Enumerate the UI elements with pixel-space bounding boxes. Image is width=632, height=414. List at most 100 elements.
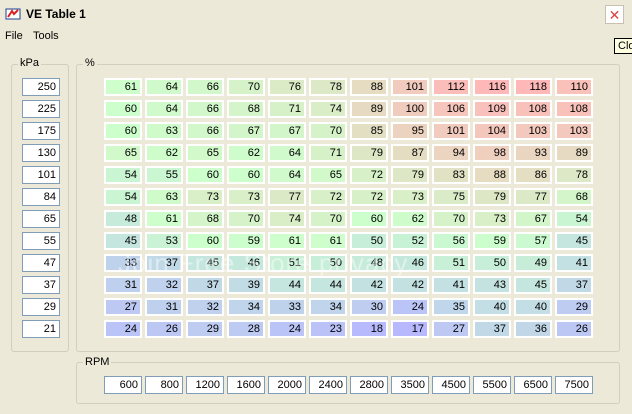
ve-cell[interactable]: 50 (473, 254, 511, 272)
rpm-cell[interactable]: 2800 (350, 376, 388, 394)
rpm-cell[interactable]: 7500 (555, 376, 593, 394)
ve-cell[interactable]: 54 (104, 166, 142, 184)
ve-cell[interactable]: 70 (227, 78, 265, 96)
ve-cell[interactable]: 55 (145, 166, 183, 184)
kpa-cell[interactable]: 130 (22, 144, 60, 162)
ve-cell[interactable]: 65 (309, 166, 347, 184)
ve-cell[interactable]: 65 (186, 144, 224, 162)
kpa-cell[interactable]: 225 (22, 100, 60, 118)
ve-cell[interactable]: 24 (104, 320, 142, 338)
ve-cell[interactable]: 43 (473, 276, 511, 294)
ve-cell[interactable]: 54 (555, 210, 593, 228)
ve-cell[interactable]: 34 (227, 298, 265, 316)
ve-cell[interactable]: 78 (555, 166, 593, 184)
ve-cell[interactable]: 100 (391, 100, 429, 118)
ve-cell[interactable]: 74 (309, 100, 347, 118)
ve-cell[interactable]: 29 (555, 298, 593, 316)
ve-cell[interactable]: 70 (227, 210, 265, 228)
kpa-cell[interactable]: 21 (22, 320, 60, 338)
ve-cell[interactable]: 109 (473, 100, 511, 118)
title-bar[interactable]: VE Table 1 ✕ (0, 0, 632, 28)
ve-cell[interactable]: 73 (473, 210, 511, 228)
rpm-cell[interactable]: 5500 (473, 376, 511, 394)
ve-cell[interactable]: 79 (391, 166, 429, 184)
ve-cell[interactable]: 71 (268, 100, 306, 118)
ve-cell[interactable]: 36 (514, 320, 552, 338)
rpm-cell[interactable]: 2400 (309, 376, 347, 394)
ve-cell[interactable]: 29 (186, 320, 224, 338)
kpa-cell[interactable]: 175 (22, 122, 60, 140)
ve-cell[interactable]: 101 (432, 122, 470, 140)
kpa-cell[interactable]: 250 (22, 78, 60, 96)
ve-cell[interactable]: 63 (145, 188, 183, 206)
ve-cell[interactable]: 37 (473, 320, 511, 338)
ve-cell[interactable]: 26 (555, 320, 593, 338)
ve-cell[interactable]: 72 (309, 188, 347, 206)
close-button[interactable]: ✕ (605, 5, 624, 24)
ve-cell[interactable]: 60 (104, 100, 142, 118)
ve-cell[interactable]: 73 (227, 188, 265, 206)
ve-cell[interactable]: 77 (268, 188, 306, 206)
ve-cell[interactable]: 86 (514, 166, 552, 184)
ve-cell[interactable]: 116 (473, 78, 511, 96)
ve-cell[interactable]: 60 (186, 166, 224, 184)
ve-cell[interactable]: 33 (268, 298, 306, 316)
ve-cell[interactable]: 45 (514, 276, 552, 294)
ve-cell[interactable]: 24 (268, 320, 306, 338)
ve-cell[interactable]: 27 (104, 298, 142, 316)
ve-cell[interactable]: 72 (350, 188, 388, 206)
ve-cell[interactable]: 30 (350, 298, 388, 316)
ve-cell[interactable]: 68 (555, 188, 593, 206)
rpm-cell[interactable]: 3500 (391, 376, 429, 394)
ve-cell[interactable]: 40 (473, 298, 511, 316)
ve-cell[interactable]: 70 (309, 122, 347, 140)
ve-cell[interactable]: 56 (432, 232, 470, 250)
rpm-cell[interactable]: 800 (145, 376, 183, 394)
ve-cell[interactable]: 71 (309, 144, 347, 162)
ve-cell[interactable]: 103 (555, 122, 593, 140)
ve-cell[interactable]: 61 (145, 210, 183, 228)
rpm-cell[interactable]: 600 (104, 376, 142, 394)
ve-cell[interactable]: 67 (268, 122, 306, 140)
ve-cell[interactable]: 94 (432, 144, 470, 162)
ve-cell[interactable]: 118 (514, 78, 552, 96)
ve-cell[interactable]: 89 (350, 100, 388, 118)
ve-cell[interactable]: 64 (268, 144, 306, 162)
ve-cell[interactable]: 40 (514, 298, 552, 316)
ve-cell[interactable]: 62 (145, 144, 183, 162)
ve-cell[interactable]: 101 (391, 78, 429, 96)
ve-cell[interactable]: 73 (391, 188, 429, 206)
ve-cell[interactable]: 70 (432, 210, 470, 228)
ve-cell[interactable]: 23 (309, 320, 347, 338)
ve-cell[interactable]: 83 (432, 166, 470, 184)
ve-cell[interactable]: 60 (227, 166, 265, 184)
ve-cell[interactable]: 32 (186, 298, 224, 316)
ve-cell[interactable]: 41 (555, 254, 593, 272)
ve-cell[interactable]: 34 (309, 298, 347, 316)
ve-cell[interactable]: 60 (104, 122, 142, 140)
ve-cell[interactable]: 75 (432, 188, 470, 206)
menu-tools[interactable]: Tools (33, 30, 59, 42)
kpa-cell[interactable]: 101 (22, 166, 60, 184)
ve-cell[interactable]: 61 (104, 78, 142, 96)
ve-cell[interactable]: 48 (104, 210, 142, 228)
ve-cell[interactable]: 51 (432, 254, 470, 272)
ve-cell[interactable]: 77 (514, 188, 552, 206)
ve-cell[interactable]: 49 (514, 254, 552, 272)
ve-cell[interactable]: 64 (145, 78, 183, 96)
ve-cell[interactable]: 79 (473, 188, 511, 206)
ve-cell[interactable]: 98 (473, 144, 511, 162)
ve-cell[interactable]: 76 (268, 78, 306, 96)
ve-cell[interactable]: 78 (309, 78, 347, 96)
ve-cell[interactable]: 27 (432, 320, 470, 338)
ve-cell[interactable]: 73 (186, 188, 224, 206)
ve-cell[interactable]: 17 (391, 320, 429, 338)
ve-cell[interactable]: 41 (432, 276, 470, 294)
ve-cell[interactable]: 31 (145, 298, 183, 316)
ve-cell[interactable]: 110 (555, 78, 593, 96)
ve-cell[interactable]: 88 (473, 166, 511, 184)
ve-cell[interactable]: 89 (555, 144, 593, 162)
ve-cell[interactable]: 62 (391, 210, 429, 228)
ve-cell[interactable]: 72 (350, 166, 388, 184)
ve-cell[interactable]: 67 (514, 210, 552, 228)
